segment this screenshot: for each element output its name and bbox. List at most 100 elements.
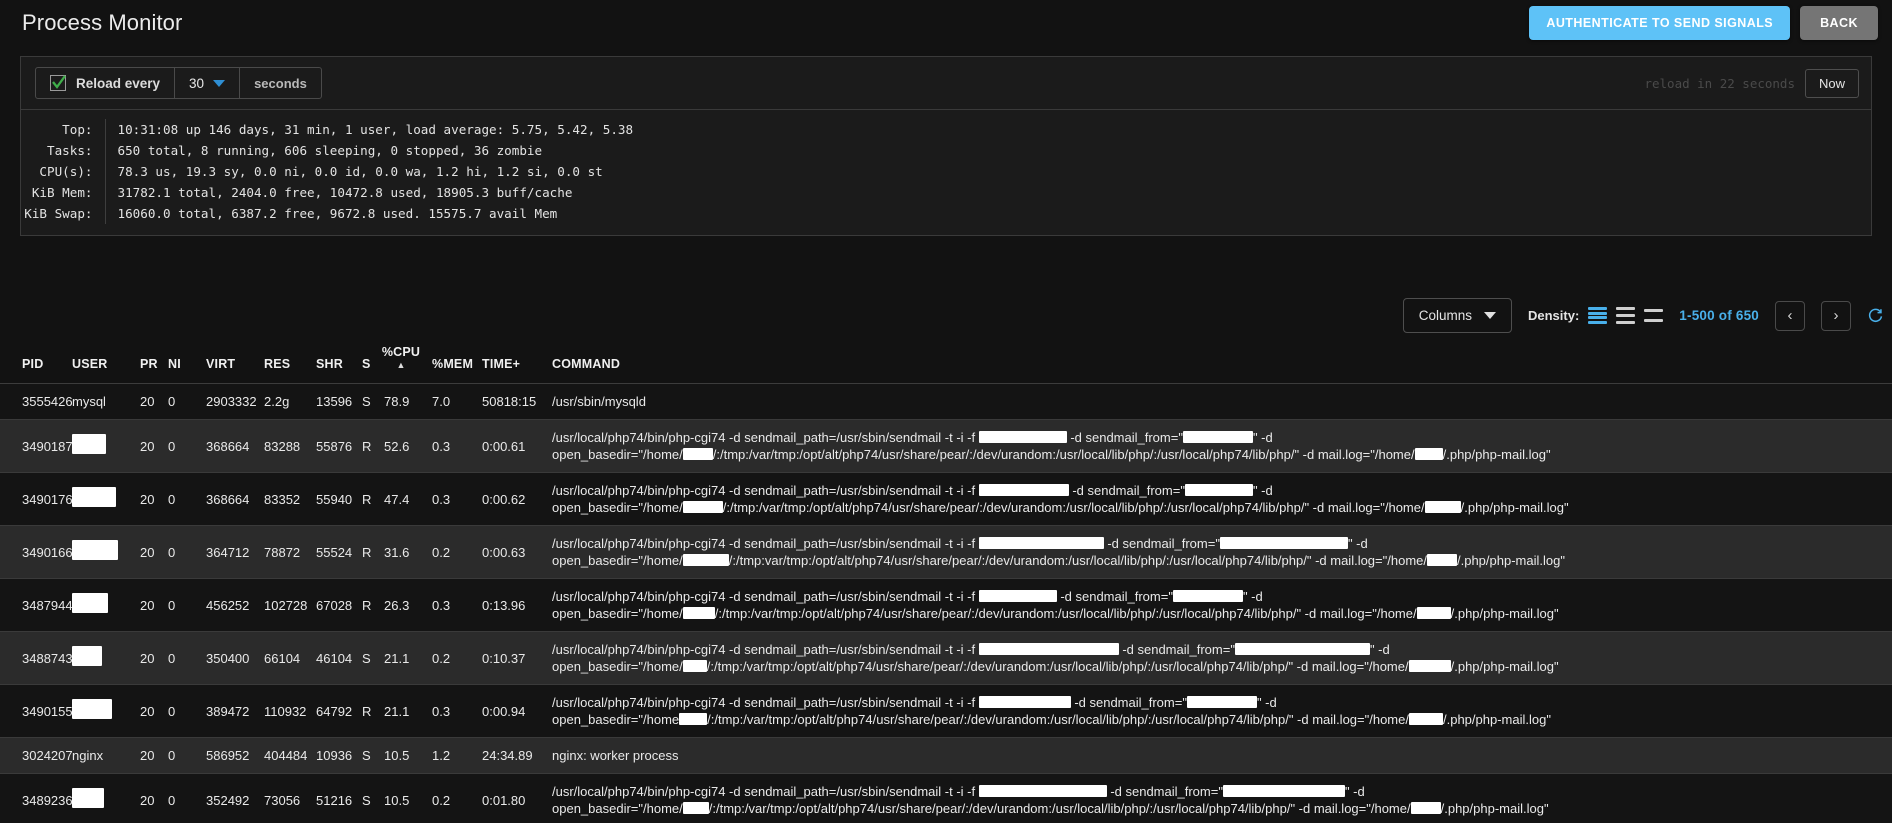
command-line: /usr/local/php74/bin/php-cgi74 -d sendma… xyxy=(552,430,1273,445)
cell-pr: 20 xyxy=(140,650,155,666)
redacted-text xyxy=(1408,713,1443,725)
table-header-row: PID USER PR NI VIRT RES SHR S %CPU ▲ %ME… xyxy=(0,345,1892,384)
cell-ni: 0 xyxy=(168,394,176,409)
reload-checkbox-label: Reload every xyxy=(76,75,161,91)
cell-res: 83288 xyxy=(264,438,301,454)
table-row[interactable]: 3490166 20 0 364712 78872 55524 R 31.6 0.2 0:00.6… xyxy=(0,525,1892,579)
cell-res: 73056 xyxy=(264,792,301,808)
cell-pr: 20 xyxy=(140,748,155,763)
column-header-pid[interactable]: PID xyxy=(0,345,72,384)
redacted-text xyxy=(682,802,709,814)
reload-interval-select[interactable]: 30 xyxy=(174,68,239,98)
cell-command: /usr/local/php74/bin/php-cgi74 -d sendma… xyxy=(552,473,1892,526)
top-output-value: 16060.0 total, 6387.2 free, 9672.8 used.… xyxy=(104,203,634,224)
grid-toolbar: Columns Density: 1-500 of 650 ‹ › xyxy=(0,284,1892,345)
cell-state: R xyxy=(362,438,372,454)
cell-shr: 67028 xyxy=(316,597,353,613)
cell-res: 102728 xyxy=(264,597,308,613)
column-header-user[interactable]: USER xyxy=(72,345,140,384)
column-header-virt[interactable]: VIRT xyxy=(206,345,264,384)
column-header-time[interactable]: TIME+ xyxy=(482,345,552,384)
cell-ni: 0 xyxy=(168,792,176,808)
command-line: open_basedir="/home//:/tmp:/var/tmp:/opt… xyxy=(552,447,1551,462)
reload-controls-row: Reload every 30 seconds reload in 22 sec… xyxy=(21,57,1871,109)
cell-cpu: 10.5 xyxy=(384,748,410,763)
redacted-text xyxy=(679,713,708,725)
reload-checkbox[interactable] xyxy=(50,75,66,91)
column-header-shr[interactable]: SHR xyxy=(316,345,362,384)
chevron-down-icon xyxy=(1484,312,1496,319)
reload-now-button[interactable]: Now xyxy=(1804,68,1859,98)
process-monitor-page: Process Monitor AUTHENTICATE TO SEND SIG… xyxy=(0,0,1892,823)
table-row[interactable]: 3487944 20 0 456252 102728 67028 R 26.3 0.3 0:13.… xyxy=(0,578,1892,632)
redacted-text xyxy=(978,643,1119,655)
table-row[interactable]: 3490176 20 0 368664 83352 55940 R 47.4 0.3 0:00.6… xyxy=(0,472,1892,526)
table-row[interactable]: 3490187 20 0 368664 83288 55876 R 52.6 0.3 0:00.6… xyxy=(0,419,1892,473)
column-header-pr[interactable]: PR xyxy=(140,345,168,384)
column-header-ni[interactable]: NI xyxy=(168,345,206,384)
command-line: /usr/local/php74/bin/php-cgi74 -d sendma… xyxy=(552,642,1390,657)
cell-command: nginx: worker process xyxy=(552,738,1892,774)
density-comfortable-icon[interactable] xyxy=(1644,307,1664,324)
reload-toggle-cell[interactable]: Reload every xyxy=(36,68,174,98)
cpu-sort-wrap: %CPU ▲ xyxy=(382,345,420,371)
column-header-mem[interactable]: %MEM xyxy=(432,345,482,384)
columns-button[interactable]: Columns xyxy=(1402,298,1512,333)
top-output-key: Top: xyxy=(62,122,93,137)
cell-user: mysql xyxy=(72,394,106,409)
cell-command: /usr/local/php74/bin/php-cgi74 -d sendma… xyxy=(552,632,1892,685)
cell-user xyxy=(72,420,140,473)
redacted-text xyxy=(1424,501,1461,513)
top-output-value: 78.3 us, 19.3 sy, 0.0 ni, 0.0 id, 0.0 wa… xyxy=(104,161,634,182)
table-row[interactable]: 3490155 20 0 389472 110932 64792 R 21.1 0.3 0:00.… xyxy=(0,684,1892,738)
chevron-down-icon xyxy=(213,79,226,87)
cell-cpu: 26.3 xyxy=(384,597,410,613)
cell-state: S xyxy=(362,792,371,808)
cell-pr: 20 xyxy=(140,792,155,808)
app-header: Process Monitor AUTHENTICATE TO SEND SIG… xyxy=(0,0,1892,46)
cell-state: R xyxy=(362,491,372,507)
top-output-body: Top: 10:31:08 up 146 days, 31 min, 1 user… xyxy=(21,119,634,224)
table-row[interactable]: 3024207 nginx 20 0 586952 404484 10936 S 10.5 1.2… xyxy=(0,737,1892,774)
top-output-value: 10:31:08 up 146 days, 31 min, 1 user, lo… xyxy=(104,119,634,140)
process-table-head: PID USER PR NI VIRT RES SHR S %CPU ▲ %ME… xyxy=(0,345,1892,384)
command-line: open_basedir="/home//:/tmp:/var/tmp:/opt… xyxy=(552,659,1559,674)
cell-time: 0:10.37 xyxy=(482,650,526,666)
cell-time: 0:00.61 xyxy=(482,438,526,454)
cell-pid: 3490166 xyxy=(22,544,73,560)
table-row[interactable]: 3489236 20 0 352492 73056 51216 S 10.5 0.2 0:01.8… xyxy=(0,773,1892,823)
cell-state: S xyxy=(362,650,371,666)
redacted-text xyxy=(978,431,1067,443)
cell-time: 0:00.62 xyxy=(482,491,526,507)
cell-virt: 389472 xyxy=(206,703,250,719)
cell-mem: 0.3 xyxy=(432,597,451,613)
cell-res: 404484 xyxy=(264,748,308,763)
column-header-res[interactable]: RES xyxy=(264,345,316,384)
table-row[interactable]: 3488743 20 0 350400 66104 46104 S 21.1 0.2 0:10.3… xyxy=(0,631,1892,685)
previous-page-button[interactable]: ‹ xyxy=(1775,300,1805,331)
cell-pid: 3555426 xyxy=(22,394,73,409)
refresh-icon[interactable] xyxy=(1867,307,1884,324)
column-header-cpu[interactable]: %CPU ▲ xyxy=(382,345,432,384)
redacted-username xyxy=(72,788,104,808)
column-header-command[interactable]: COMMAND xyxy=(552,345,1892,384)
cell-res: 110932 xyxy=(264,703,307,719)
pagination-count: 1-500 of 650 xyxy=(1679,308,1759,323)
back-button[interactable]: BACK xyxy=(1800,6,1878,40)
redacted-text xyxy=(682,660,707,672)
table-row[interactable]: 3555426 mysql 20 0 2903332 2.2g 13596 S 78.9 7.0 5… xyxy=(0,383,1892,420)
redacted-text xyxy=(1184,484,1253,496)
cell-time: 50818:15 xyxy=(482,394,537,409)
column-header-s[interactable]: S xyxy=(362,345,384,384)
authenticate-to-send-signals-button[interactable]: AUTHENTICATE TO SEND SIGNALS xyxy=(1529,6,1791,40)
redacted-text xyxy=(1172,590,1243,602)
cell-command: /usr/local/php74/bin/php-cgi74 -d sendma… xyxy=(552,579,1892,632)
density-standard-icon[interactable] xyxy=(1616,307,1636,324)
next-page-button[interactable]: › xyxy=(1821,300,1851,331)
reload-panel: Reload every 30 seconds reload in 22 sec… xyxy=(20,56,1872,236)
command-line: /usr/local/php74/bin/php-cgi74 -d sendma… xyxy=(552,784,1365,799)
columns-button-label: Columns xyxy=(1418,308,1472,323)
cell-time: 24:34.89 xyxy=(482,748,533,763)
density-compact-icon[interactable] xyxy=(1588,307,1608,324)
density-label: Density: xyxy=(1528,308,1580,323)
